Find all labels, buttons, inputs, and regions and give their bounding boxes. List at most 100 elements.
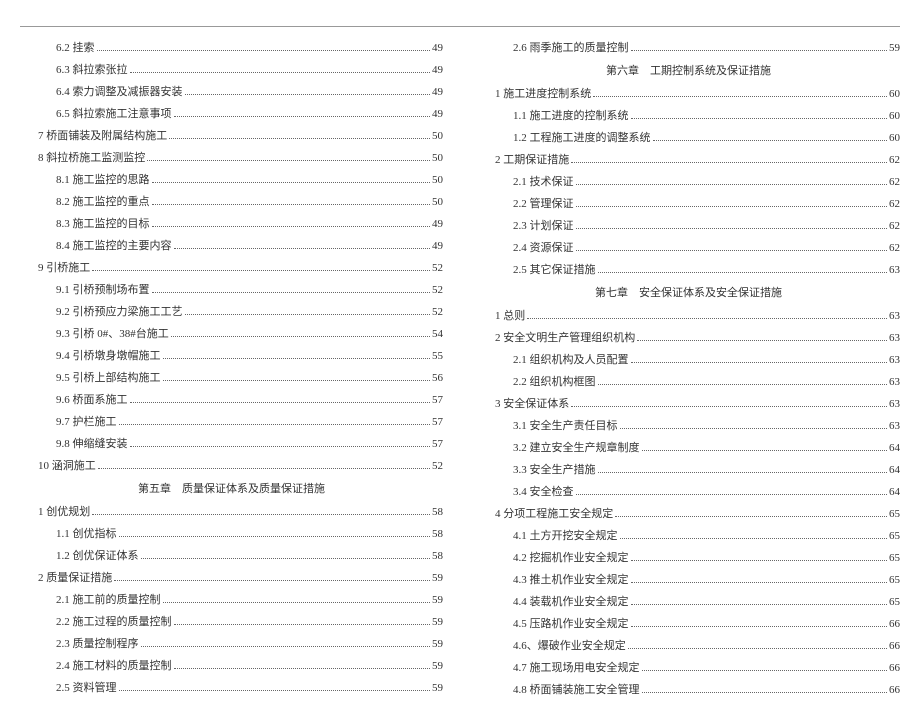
toc-label: 9.2 引桥预应力梁施工工艺 [56,301,183,323]
toc-row: 2.4 施工材料的质量控制 59 [20,655,443,677]
toc-leader-dots [631,626,888,627]
toc-row: 8.2 施工监控的重点50 [20,191,443,213]
toc-row: 1 创优规划58 [20,501,443,523]
toc-label: 1.1 创优指标 [56,523,117,545]
toc-page-number: 57 [432,411,443,433]
toc-page-number: 52 [432,257,443,279]
toc-row: 2.5 其它保证措施63 [477,259,900,281]
toc-label: 9.5 引桥上部结构施工 [56,367,161,389]
toc-page-number: 66 [889,657,900,679]
toc-row: 6.4 索力调整及减振器安装49 [20,81,443,103]
toc-page-number: 64 [889,459,900,481]
toc-leader-dots [620,538,888,539]
toc-leader-dots [174,624,431,625]
toc-leader-dots [152,226,431,227]
toc-page-number: 60 [889,127,900,149]
toc-row: 2.2 施工过程的质量控制59 [20,611,443,633]
toc-leader-dots [174,668,431,669]
toc-row: 7 桥面铺装及附属结构施工 50 [20,125,443,147]
toc-row: 4.4 装载机作业安全规定 65 [477,591,900,613]
toc-label: 2.2 组织机构框图 [513,371,596,393]
toc-row: 8.3 施工监控的目标49 [20,213,443,235]
toc-label: 10 涵洞施工 [38,455,96,477]
toc-leader-dots [163,602,431,603]
toc-leader-dots [130,446,431,447]
toc-page-number: 62 [889,171,900,193]
toc-row: 6.5 斜拉索施工注意事项49 [20,103,443,125]
toc-row: 2.6 雨季施工的质量控制59 [477,37,900,59]
toc-leader-dots [631,118,888,119]
toc-row: 2.4 资源保证62 [477,237,900,259]
toc-page-number: 62 [889,193,900,215]
toc-leader-dots [185,314,431,315]
toc-leader-dots [141,558,431,559]
toc-row: 1.1 施工进度的控制系统60 [477,105,900,127]
toc-label: 3 安全保证体系 [495,393,569,415]
toc-label: 4.7 施工现场用电安全规定 [513,657,640,679]
toc-page-number: 65 [889,569,900,591]
toc-label: 2.2 管理保证 [513,193,574,215]
toc-label: 2.2 施工过程的质量控制 [56,611,172,633]
toc-page-number: 66 [889,679,900,701]
toc-leader-dots [114,580,430,581]
toc-leader-dots [119,690,431,691]
toc-page-number: 63 [889,305,900,327]
toc-label: 2.3 计划保证 [513,215,574,237]
toc-page-number: 63 [889,393,900,415]
toc-page-number: 52 [432,455,443,477]
toc-leader-dots [169,138,430,139]
toc-label: 2.4 施工材料的质量控制 [56,655,172,677]
toc-page-number: 63 [889,349,900,371]
toc-page-number: 52 [432,279,443,301]
toc-label: 7 桥面铺装及附属结构施工 [38,125,167,147]
toc-label: 8 斜拉桥施工监测监控 [38,147,145,169]
toc-label: 4.8 桥面铺装施工安全管理 [513,679,640,701]
toc-leader-dots [598,472,888,473]
toc-page-number: 65 [889,503,900,525]
toc-row: 4.5 压路机作业安全规定66 [477,613,900,635]
toc-page-number: 59 [432,633,443,655]
toc-row: 2.1 施工前的质量控制59 [20,589,443,611]
toc-page-number: 60 [889,105,900,127]
toc-leader-dots [174,116,431,117]
toc-label: 2 安全文明生产管理组织机构 [495,327,635,349]
toc-label: 2.3 质量控制程序 [56,633,139,655]
toc-leader-dots [576,250,888,251]
toc-leader-dots [598,384,888,385]
toc-label: 2.1 技术保证 [513,171,574,193]
toc-leader-dots [631,582,888,583]
toc-leader-dots [92,270,430,271]
toc-page-number: 54 [432,323,443,345]
toc-label: 2.4 资源保证 [513,237,574,259]
toc-label: 8.3 施工监控的目标 [56,213,150,235]
toc-page-number: 49 [432,37,443,59]
toc-label: 4 分项工程施工安全规定 [495,503,613,525]
toc-row: 8.4 施工监控的主要内容49 [20,235,443,257]
chapter-heading: 第五章 质量保证体系及质量保证措施 [20,477,443,501]
toc-row: 4.3 推土机作业安全规定65 [477,569,900,591]
toc-row: 2 安全文明生产管理组织机构63 [477,327,900,349]
toc-row: 3 安全保证体系 63 [477,393,900,415]
toc-page-number: 59 [432,655,443,677]
toc-leader-dots [631,604,888,605]
toc-row: 9.1 引桥预制场布置52 [20,279,443,301]
toc-row: 9 引桥施工52 [20,257,443,279]
toc-leader-dots [642,450,888,451]
toc-row: 4.8 桥面铺装施工安全管理 66 [477,679,900,701]
toc-label: 9.6 桥面系施工 [56,389,128,411]
toc-label: 3.3 安全生产措施 [513,459,596,481]
toc-row: 9.8 伸缩缝安装57 [20,433,443,455]
toc-leader-dots [163,380,431,381]
toc-leader-dots [152,204,431,205]
toc-leader-dots [576,228,888,229]
toc-label: 1 总则 [495,305,525,327]
toc-leader-dots [576,184,888,185]
toc-row: 9.3 引桥 0#、38#台施工54 [20,323,443,345]
toc-leader-dots [571,162,887,163]
toc-page-number: 65 [889,547,900,569]
toc-label: 4.4 装载机作业安全规定 [513,591,629,613]
toc-page-number: 49 [432,235,443,257]
toc-page-number: 50 [432,125,443,147]
toc-page-number: 65 [889,591,900,613]
toc-row: 3.3 安全生产措施 64 [477,459,900,481]
